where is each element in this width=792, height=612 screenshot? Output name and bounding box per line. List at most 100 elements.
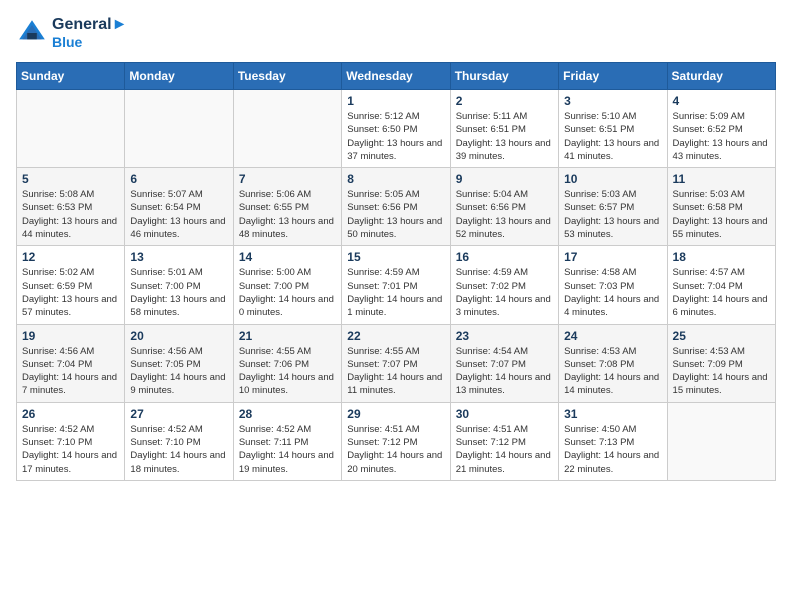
calendar-day-10: 10Sunrise: 5:03 AM Sunset: 6:57 PM Dayli… (559, 168, 667, 246)
calendar-day-28: 28Sunrise: 4:52 AM Sunset: 7:11 PM Dayli… (233, 402, 341, 480)
day-info: Sunrise: 5:01 AM Sunset: 7:00 PM Dayligh… (130, 266, 227, 319)
calendar-day-5: 5 Sunrise: 5:08 AM Sunset: 6:53 PM Daylig… (17, 168, 125, 246)
weekday-header-friday: Friday (559, 63, 667, 90)
calendar-day-6: 6 Sunrise: 5:07 AM Sunset: 6:54 PM Daylig… (125, 168, 233, 246)
calendar-day-4: 4 Sunrise: 5:09 AM Sunset: 6:52 PM Daylig… (667, 90, 775, 168)
calendar-day-19: 19 Sunrise: 4:56 AM Sunset: 7:04 PM Dayli… (17, 324, 125, 402)
day-number: 30 (456, 407, 553, 421)
calendar-day-24: 24Sunrise: 4:53 AM Sunset: 7:08 PM Dayli… (559, 324, 667, 402)
day-info: Sunrise: 4:55 AM Sunset: 7:06 PM Dayligh… (239, 345, 336, 398)
day-number: 8 (347, 172, 444, 186)
day-number: 26 (22, 407, 119, 421)
calendar-day-25: 25 Sunrise: 4:53 AM Sunset: 7:09 PM Dayli… (667, 324, 775, 402)
day-info: Sunrise: 4:57 AM Sunset: 7:04 PM Dayligh… (673, 266, 770, 319)
calendar-day-13: 13 Sunrise: 5:01 AM Sunset: 7:00 PM Dayli… (125, 246, 233, 324)
day-number: 4 (673, 94, 770, 108)
calendar-day-20: 20 Sunrise: 4:56 AM Sunset: 7:05 PM Dayli… (125, 324, 233, 402)
calendar-day-12: 12Sunrise: 5:02 AM Sunset: 6:59 PM Dayli… (17, 246, 125, 324)
calendar-empty-cell (125, 90, 233, 168)
day-info: Sunrise: 4:54 AM Sunset: 7:07 PM Dayligh… (456, 345, 553, 398)
day-info: Sunrise: 5:09 AM Sunset: 6:52 PM Dayligh… (673, 110, 770, 163)
calendar-day-11: 11 Sunrise: 5:03 AM Sunset: 6:58 PM Dayli… (667, 168, 775, 246)
day-number: 13 (130, 250, 227, 264)
calendar-empty-cell (667, 402, 775, 480)
day-number: 27 (130, 407, 227, 421)
calendar-day-3: 3 Sunrise: 5:10 AM Sunset: 6:51 PM Daylig… (559, 90, 667, 168)
day-info: Sunrise: 4:58 AM Sunset: 7:03 PM Dayligh… (564, 266, 661, 319)
day-number: 24 (564, 329, 661, 343)
weekday-header-saturday: Saturday (667, 63, 775, 90)
day-info: Sunrise: 5:03 AM Sunset: 6:58 PM Dayligh… (673, 188, 770, 241)
day-number: 23 (456, 329, 553, 343)
day-number: 5 (22, 172, 119, 186)
day-info: Sunrise: 4:51 AM Sunset: 7:12 PM Dayligh… (347, 423, 444, 476)
calendar-week-row: 26 Sunrise: 4:52 AM Sunset: 7:10 PM Dayli… (17, 402, 776, 480)
calendar-day-14: 14 Sunrise: 5:00 AM Sunset: 7:00 PM Dayli… (233, 246, 341, 324)
day-number: 3 (564, 94, 661, 108)
day-info: Sunrise: 4:50 AM Sunset: 7:13 PM Dayligh… (564, 423, 661, 476)
day-number: 11 (673, 172, 770, 186)
calendar-day-17: 17 Sunrise: 4:58 AM Sunset: 7:03 PM Dayli… (559, 246, 667, 324)
calendar-week-row: 12Sunrise: 5:02 AM Sunset: 6:59 PM Dayli… (17, 246, 776, 324)
logo-text: General► Blue (52, 16, 127, 50)
calendar-day-31: 31 Sunrise: 4:50 AM Sunset: 7:13 PM Dayli… (559, 402, 667, 480)
day-info: Sunrise: 5:00 AM Sunset: 7:00 PM Dayligh… (239, 266, 336, 319)
day-info: Sunrise: 4:55 AM Sunset: 7:07 PM Dayligh… (347, 345, 444, 398)
calendar-empty-cell (17, 90, 125, 168)
calendar-day-7: 7Sunrise: 5:06 AM Sunset: 6:55 PM Daylig… (233, 168, 341, 246)
day-info: Sunrise: 5:12 AM Sunset: 6:50 PM Dayligh… (347, 110, 444, 163)
calendar-day-22: 22 Sunrise: 4:55 AM Sunset: 7:07 PM Dayli… (342, 324, 450, 402)
day-number: 29 (347, 407, 444, 421)
day-number: 16 (456, 250, 553, 264)
day-info: Sunrise: 5:10 AM Sunset: 6:51 PM Dayligh… (564, 110, 661, 163)
day-number: 21 (239, 329, 336, 343)
calendar-week-row: 1 Sunrise: 5:12 AM Sunset: 6:50 PM Daylig… (17, 90, 776, 168)
day-number: 31 (564, 407, 661, 421)
day-info: Sunrise: 5:04 AM Sunset: 6:56 PM Dayligh… (456, 188, 553, 241)
day-info: Sunrise: 4:52 AM Sunset: 7:10 PM Dayligh… (22, 423, 119, 476)
day-info: Sunrise: 5:11 AM Sunset: 6:51 PM Dayligh… (456, 110, 553, 163)
day-number: 28 (239, 407, 336, 421)
calendar-day-2: 2 Sunrise: 5:11 AM Sunset: 6:51 PM Daylig… (450, 90, 558, 168)
calendar-day-23: 23 Sunrise: 4:54 AM Sunset: 7:07 PM Dayli… (450, 324, 558, 402)
day-number: 15 (347, 250, 444, 264)
calendar-day-29: 29 Sunrise: 4:51 AM Sunset: 7:12 PM Dayli… (342, 402, 450, 480)
logo-icon (16, 17, 48, 49)
day-number: 25 (673, 329, 770, 343)
day-number: 20 (130, 329, 227, 343)
calendar-week-row: 5 Sunrise: 5:08 AM Sunset: 6:53 PM Daylig… (17, 168, 776, 246)
calendar-day-26: 26 Sunrise: 4:52 AM Sunset: 7:10 PM Dayli… (17, 402, 125, 480)
day-number: 10 (564, 172, 661, 186)
day-info: Sunrise: 5:05 AM Sunset: 6:56 PM Dayligh… (347, 188, 444, 241)
day-number: 18 (673, 250, 770, 264)
calendar-week-row: 19 Sunrise: 4:56 AM Sunset: 7:04 PM Dayli… (17, 324, 776, 402)
calendar-empty-cell (233, 90, 341, 168)
logo: General► Blue (16, 16, 127, 50)
page-header: General► Blue (16, 16, 776, 50)
day-number: 1 (347, 94, 444, 108)
day-number: 17 (564, 250, 661, 264)
weekday-header-thursday: Thursday (450, 63, 558, 90)
calendar-day-8: 8 Sunrise: 5:05 AM Sunset: 6:56 PM Daylig… (342, 168, 450, 246)
calendar-day-16: 16 Sunrise: 4:59 AM Sunset: 7:02 PM Dayli… (450, 246, 558, 324)
day-info: Sunrise: 4:51 AM Sunset: 7:12 PM Dayligh… (456, 423, 553, 476)
day-info: Sunrise: 4:56 AM Sunset: 7:05 PM Dayligh… (130, 345, 227, 398)
day-info: Sunrise: 4:53 AM Sunset: 7:09 PM Dayligh… (673, 345, 770, 398)
calendar-day-30: 30 Sunrise: 4:51 AM Sunset: 7:12 PM Dayli… (450, 402, 558, 480)
day-number: 22 (347, 329, 444, 343)
weekday-header-sunday: Sunday (17, 63, 125, 90)
day-info: Sunrise: 4:59 AM Sunset: 7:02 PM Dayligh… (456, 266, 553, 319)
weekday-header-row: SundayMondayTuesdayWednesdayThursdayFrid… (17, 63, 776, 90)
calendar-day-15: 15Sunrise: 4:59 AM Sunset: 7:01 PM Dayli… (342, 246, 450, 324)
weekday-header-wednesday: Wednesday (342, 63, 450, 90)
day-number: 14 (239, 250, 336, 264)
day-number: 2 (456, 94, 553, 108)
calendar-day-27: 27Sunrise: 4:52 AM Sunset: 7:10 PM Dayli… (125, 402, 233, 480)
day-number: 19 (22, 329, 119, 343)
day-info: Sunrise: 5:08 AM Sunset: 6:53 PM Dayligh… (22, 188, 119, 241)
day-info: Sunrise: 4:56 AM Sunset: 7:04 PM Dayligh… (22, 345, 119, 398)
day-info: Sunrise: 5:07 AM Sunset: 6:54 PM Dayligh… (130, 188, 227, 241)
day-info: Sunrise: 5:02 AM Sunset: 6:59 PM Dayligh… (22, 266, 119, 319)
day-number: 6 (130, 172, 227, 186)
calendar-day-18: 18 Sunrise: 4:57 AM Sunset: 7:04 PM Dayli… (667, 246, 775, 324)
